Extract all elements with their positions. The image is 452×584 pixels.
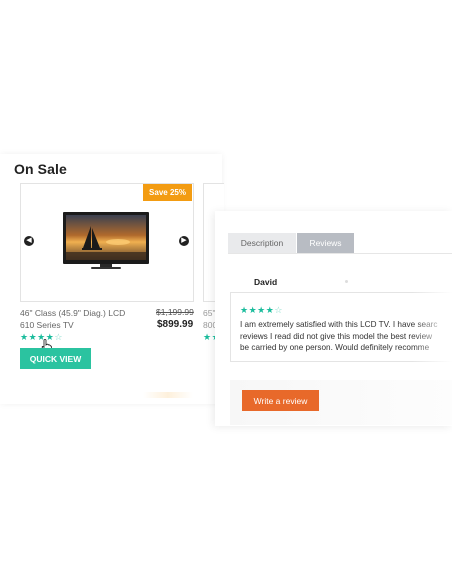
product-name[interactable]: 46" Class (45.9" Diag.) LCD 610 Series T… (20, 307, 138, 331)
sale-price: $899.99 (157, 319, 194, 330)
tv-product-image[interactable] (63, 212, 149, 272)
save-badge: Save 25% (143, 184, 192, 201)
tab-reviews[interactable]: Reviews (297, 233, 354, 253)
star-empty-icon: ☆ (274, 305, 283, 315)
review-rating-stars: ★★★★☆ (240, 305, 283, 316)
review-author: David (254, 277, 278, 287)
product-name-line-1[interactable]: 46" Class (45.9" Diag.) LCD (20, 307, 138, 319)
tab-description[interactable]: Description (228, 233, 296, 253)
chevron-right-icon[interactable]: ▶ (179, 236, 189, 246)
chevron-left-icon[interactable]: ◀ (24, 236, 34, 246)
star-empty-icon: ☆ (54, 332, 63, 342)
tab-divider (228, 253, 452, 254)
star-filled-icon: ★ (248, 305, 258, 315)
review-text-fade (412, 292, 452, 362)
decorative-fade (143, 392, 193, 398)
write-review-button[interactable]: Write a review (242, 390, 319, 411)
star-filled-icon: ★ (20, 332, 29, 342)
star-filled-icon: ★ (28, 332, 38, 342)
quick-view-button[interactable]: QUICK VIEW (20, 348, 91, 369)
decorative-dot (345, 280, 348, 283)
star-filled-icon: ★ (240, 305, 249, 315)
on-sale-title: On Sale (14, 161, 67, 177)
star-filled-icon: ★ (257, 305, 266, 315)
product-name-line-2[interactable]: 610 Series TV (20, 319, 138, 331)
old-price: $1,199.99 (156, 307, 194, 317)
